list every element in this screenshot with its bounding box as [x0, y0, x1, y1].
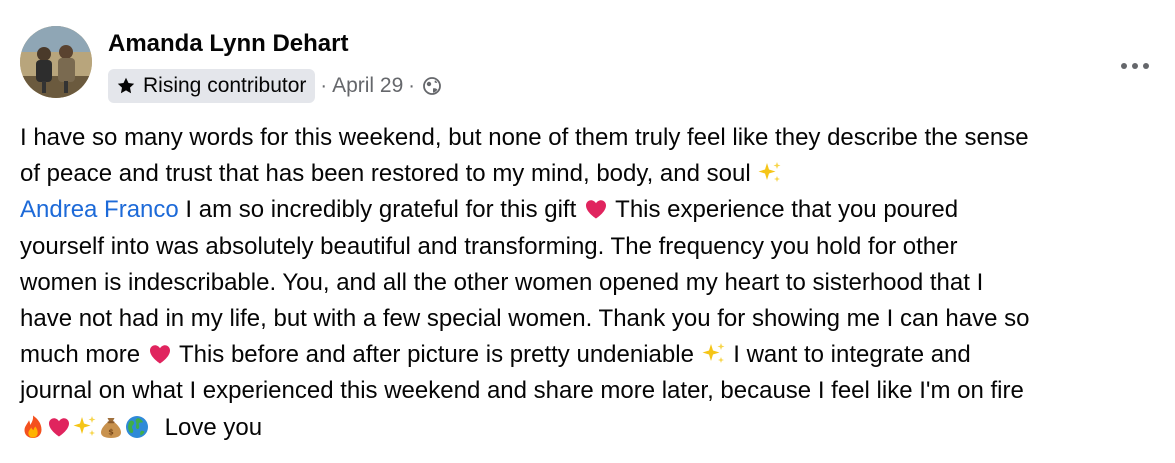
- post-text-segment: much more: [20, 341, 141, 369]
- money-bag-icon: $: [98, 414, 124, 440]
- post-text: I have so many words for this weekend, b…: [20, 120, 1170, 446]
- svg-text:$: $: [108, 427, 114, 436]
- post-text-segment: have not had in my life, but with a few …: [20, 304, 1030, 332]
- globe-icon[interactable]: [422, 76, 442, 96]
- sparkles-icon: [701, 341, 727, 367]
- avatar-photo-icon: [20, 26, 92, 98]
- post-text-segment: This before and after picture is pretty …: [172, 341, 694, 369]
- globe-earth-icon: [124, 414, 150, 440]
- post-text-segment: journal on what I experienced this weeke…: [20, 377, 1024, 405]
- post-line: of peace and trust that has been restore…: [20, 156, 1170, 192]
- sparkles-icon: [72, 414, 98, 440]
- post-text-segment: Love you: [164, 413, 263, 441]
- mention-link[interactable]: Andrea Franco: [20, 196, 179, 223]
- post-line: yourself into was absolutely beautiful a…: [20, 229, 1170, 265]
- meta-separator: ·: [320, 74, 328, 97]
- post-meta: Rising contributor · April 29 ·: [108, 68, 442, 104]
- red-heart-icon: [46, 414, 72, 440]
- star-icon: [116, 76, 136, 96]
- red-heart-icon: [147, 341, 173, 367]
- meta-separator: ·: [408, 74, 415, 97]
- post-header: Amanda Lynn Dehart Rising contributor · …: [20, 26, 1155, 106]
- post-line: have not had in my life, but with a few …: [20, 301, 1170, 337]
- post-text-segment: women is indescribable. You, and all the…: [20, 268, 984, 296]
- post-text-segment: of peace and trust that has been restore…: [20, 160, 751, 188]
- author-name[interactable]: Amanda Lynn Dehart: [108, 30, 348, 58]
- red-heart-icon: [583, 196, 609, 222]
- post-text-segment: I am so incredibly grateful for this gif…: [178, 196, 577, 224]
- post-line: $ Love you: [20, 410, 1170, 446]
- post-text-segment: This experience that you poured: [608, 196, 959, 224]
- post-date[interactable]: April 29: [332, 74, 403, 98]
- post-text-segment: I have so many words for this weekend, b…: [20, 124, 1029, 151]
- badge-label: Rising contributor: [143, 74, 307, 97]
- post-line: journal on what I experienced this weeke…: [20, 373, 1170, 409]
- rising-contributor-badge[interactable]: Rising contributor: [108, 69, 316, 103]
- post-line: much more This before and after picture …: [20, 337, 1170, 373]
- more-options-icon: [1121, 63, 1149, 69]
- fire-icon: [20, 414, 46, 440]
- sparkles-icon: [757, 160, 783, 186]
- author-avatar[interactable]: [20, 26, 92, 98]
- post-text-segment: I want to integrate and: [726, 341, 971, 369]
- post-text-segment: yourself into was absolutely beautiful a…: [20, 232, 958, 260]
- post-line: I have so many words for this weekend, b…: [20, 120, 1170, 156]
- post-line: Andrea Franco I am so incredibly gratefu…: [20, 192, 1170, 228]
- post-line: women is indescribable. You, and all the…: [20, 265, 1170, 301]
- more-options-button[interactable]: [1115, 46, 1155, 86]
